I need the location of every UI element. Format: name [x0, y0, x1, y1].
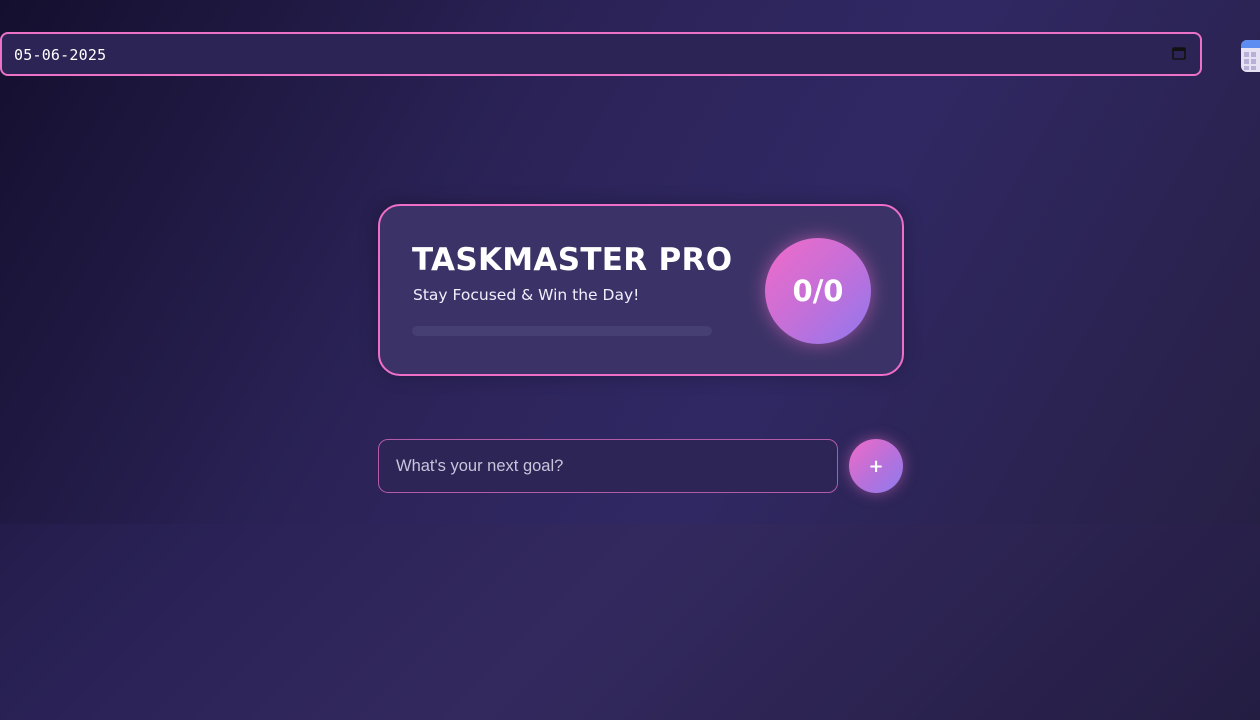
calendar-app-icon[interactable] [1241, 40, 1260, 72]
calendar-grid-icon [1244, 52, 1256, 70]
new-task-input[interactable] [378, 439, 838, 493]
app-subtitle: Stay Focused & Win the Day! [413, 286, 640, 304]
date-value[interactable]: 05-06-2025 [14, 46, 106, 64]
task-count-badge: 0/0 [765, 238, 871, 344]
app-title: TASKMASTER PRO [412, 242, 733, 278]
date-input[interactable]: 05-06-2025 [0, 32, 1202, 76]
add-task-button[interactable]: + [849, 439, 903, 493]
progress-bar [412, 326, 712, 336]
task-count: 0/0 [792, 274, 844, 308]
header-card: TASKMASTER PRO Stay Focused & Win the Da… [378, 204, 904, 376]
calendar-icon[interactable] [1172, 46, 1186, 60]
